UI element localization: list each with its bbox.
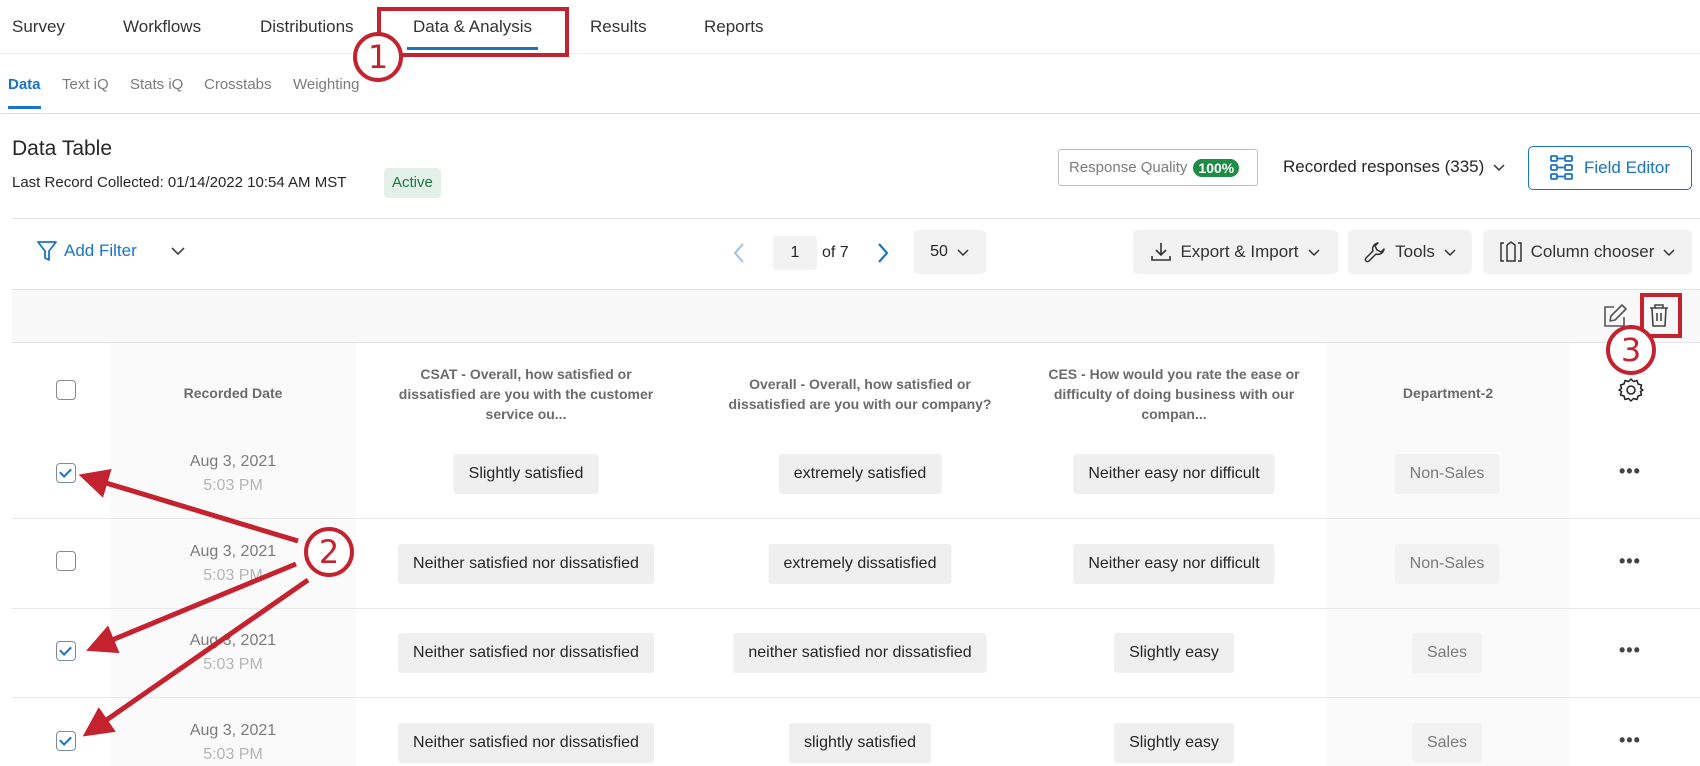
chevron-down-icon — [1493, 164, 1505, 172]
csat-cell: Neither satisfied nor dissatisfied — [398, 633, 654, 673]
tools-button[interactable]: Tools — [1348, 230, 1472, 274]
annotation-step-1: 1 — [353, 32, 403, 82]
last-record-collected: Last Record Collected: 01/14/2022 10:54 … — [12, 174, 347, 191]
department-cell: Sales — [1411, 723, 1483, 763]
chevron-down-icon — [957, 249, 969, 257]
recorded-date-cell: Aug 3, 2021 5:03 PM — [108, 629, 358, 677]
field-editor-label: Field Editor — [1584, 158, 1670, 177]
overall-cell: neither satisfied nor dissatisfied — [733, 633, 987, 673]
previous-page-icon[interactable] — [732, 241, 746, 265]
subtab-crosstabs[interactable]: Crosstabs — [204, 76, 272, 93]
add-filter-button[interactable]: Add Filter — [36, 240, 137, 262]
annotation-step-3: 3 — [1606, 325, 1656, 375]
department-cell: Non-Sales — [1394, 454, 1500, 494]
column-chooser-label: Column chooser — [1530, 242, 1655, 261]
page-of-label: of 7 — [822, 244, 849, 261]
department-cell: Non-Sales — [1394, 544, 1500, 584]
chevron-down-icon — [1444, 249, 1456, 257]
columns-icon — [1499, 241, 1522, 262]
row-menu-button[interactable]: ••• — [1619, 730, 1641, 751]
time-text: 5:03 PM — [203, 746, 263, 763]
recorded-responses-dropdown[interactable]: Recorded responses (335) — [1283, 157, 1506, 177]
csat-cell: Neither satisfied nor dissatisfied — [398, 723, 654, 763]
date-text: Aug 3, 2021 — [189, 722, 277, 739]
recorded-date-cell: Aug 3, 2021 5:03 PM — [108, 450, 358, 498]
tab-reports[interactable]: Reports — [704, 17, 764, 37]
column-header-ces[interactable]: CES - How would you rate the ease or dif… — [1048, 364, 1300, 424]
row-menu-button[interactable]: ••• — [1619, 461, 1641, 482]
sub-tabs: Data Text iQ Stats iQ Crosstabs Weightin… — [0, 54, 1700, 114]
column-header-overall[interactable]: Overall - Overall, how satisfied or diss… — [715, 374, 1005, 414]
chevron-down-icon — [1663, 249, 1675, 257]
row-checkbox[interactable] — [56, 463, 76, 483]
status-badge: Active — [384, 168, 441, 198]
field-editor-button[interactable]: Field Editor — [1528, 146, 1692, 190]
annotation-step-2: 2 — [304, 527, 354, 577]
bulk-action-bar — [12, 289, 1700, 343]
filter-icon — [37, 241, 57, 261]
column-header-csat[interactable]: CSAT - Overall, how satisfied or dissati… — [385, 364, 667, 424]
tools-label: Tools — [1395, 242, 1435, 261]
ces-cell: Slightly easy — [1114, 723, 1234, 763]
export-import-button[interactable]: Export & Import — [1133, 230, 1338, 274]
csat-cell: Slightly satisfied — [453, 454, 599, 494]
ces-cell: Neither easy nor difficult — [1073, 544, 1275, 584]
response-quality-button[interactable]: Response Quality 100% — [1058, 149, 1258, 186]
row-checkbox[interactable] — [56, 641, 76, 661]
tab-workflows[interactable]: Workflows — [123, 17, 201, 37]
row-checkbox[interactable] — [56, 551, 76, 571]
row-divider — [12, 608, 1700, 609]
column-header-department[interactable]: Department-2 — [1327, 383, 1569, 403]
overall-cell: extremely satisfied — [778, 454, 942, 494]
time-text: 5:03 PM — [203, 656, 263, 673]
time-text: 5:03 PM — [203, 477, 263, 494]
response-quality-value: 100% — [1193, 158, 1240, 177]
row-checkbox[interactable] — [56, 731, 76, 751]
csat-cell: Neither satisfied nor dissatisfied — [398, 544, 654, 584]
column-header-recorded-date[interactable]: Recorded Date — [110, 383, 356, 403]
column-chooser-button[interactable]: Column chooser — [1483, 230, 1692, 274]
tab-results[interactable]: Results — [590, 17, 647, 37]
filter-chevron-down-icon[interactable] — [170, 245, 186, 257]
divider — [12, 218, 1700, 219]
date-text: Aug 3, 2021 — [189, 453, 277, 470]
annotation-box-data-analysis — [377, 7, 569, 57]
subtab-weighting[interactable]: Weighting — [293, 76, 359, 93]
next-page-icon[interactable] — [876, 241, 890, 265]
overall-cell: slightly satisfied — [788, 723, 932, 763]
ces-cell: Neither easy nor difficult — [1073, 454, 1275, 494]
ces-cell: Slightly easy — [1114, 633, 1234, 673]
tab-distributions[interactable]: Distributions — [260, 17, 354, 37]
recorded-responses-label: Recorded responses (335) — [1283, 157, 1485, 176]
field-editor-icon — [1550, 155, 1573, 180]
add-filter-label: Add Filter — [64, 241, 137, 260]
per-page-value: 50 — [930, 243, 948, 260]
wrench-icon — [1364, 242, 1385, 263]
per-page-dropdown[interactable]: 50 — [914, 230, 986, 274]
page-title: Data Table — [12, 137, 113, 160]
date-text: Aug 3, 2021 — [189, 632, 277, 649]
row-divider — [12, 697, 1700, 698]
chevron-down-icon — [1308, 249, 1320, 257]
row-menu-button[interactable]: ••• — [1619, 551, 1641, 572]
department-cell: Sales — [1411, 633, 1483, 673]
select-all-checkbox[interactable] — [56, 380, 76, 400]
subtab-stats-iq[interactable]: Stats iQ — [130, 76, 183, 93]
response-quality-label: Response Quality — [1069, 159, 1188, 176]
export-import-label: Export & Import — [1180, 242, 1299, 261]
top-nav: Survey Workflows Distributions Data & An… — [0, 0, 1700, 54]
row-divider — [12, 518, 1700, 519]
gear-icon[interactable] — [1618, 377, 1644, 403]
tab-survey[interactable]: Survey — [12, 17, 65, 37]
row-menu-button[interactable]: ••• — [1619, 640, 1641, 661]
recorded-date-cell: Aug 3, 2021 5:03 PM — [108, 719, 358, 766]
page-number-input[interactable]: 1 — [773, 236, 817, 270]
subtab-text-iq[interactable]: Text iQ — [62, 76, 109, 93]
download-icon — [1151, 243, 1172, 261]
subtab-data[interactable]: Data — [8, 76, 41, 109]
overall-cell: extremely dissatisfied — [768, 544, 952, 584]
